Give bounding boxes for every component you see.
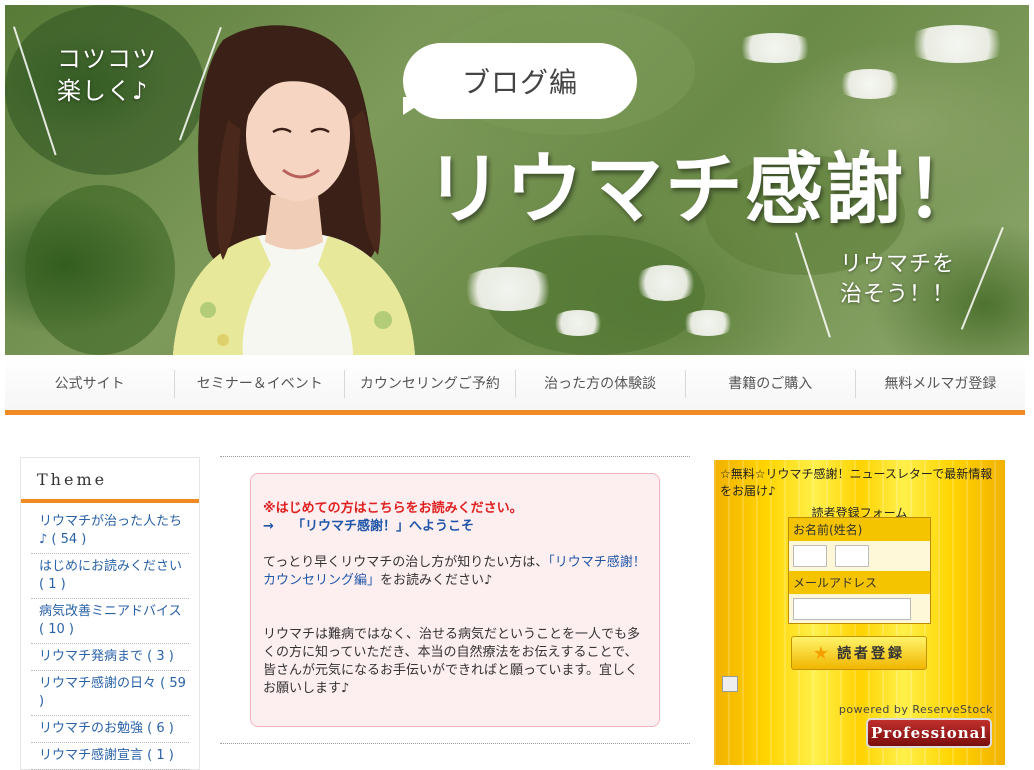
star-icon: ★ [812, 642, 830, 664]
theme-item[interactable]: はじめにお読みください ( 1 ) [31, 554, 189, 599]
theme-heading: Theme [21, 458, 199, 503]
divider [220, 743, 690, 744]
broken-image-icon [722, 676, 738, 692]
intro-text-end: をお読みください♪ [380, 573, 493, 588]
cloud-decoration [680, 310, 736, 336]
theme-list: リウマチが治った人たち♪ ( 54 ) はじめにお読みください ( 1 ) 病気… [21, 503, 199, 770]
divider [220, 456, 690, 457]
cloud-decoration [835, 69, 905, 99]
welcome-notice: ※はじめての方はこちらをお読みください。 [263, 501, 523, 516]
nav-item-newsletter[interactable]: 無料メルマガ登録 [854, 369, 1025, 398]
subscribe-form: お名前(姓名) メールアドレス [788, 517, 931, 624]
arrow-icon: → [263, 519, 274, 534]
name-row [789, 541, 930, 571]
cloud-decoration [902, 25, 1012, 63]
nav-item-seminar[interactable]: セミナー＆イベント [174, 369, 344, 398]
nav-item-counseling[interactable]: カウンセリングご予約 [344, 369, 514, 398]
powered-by-text[interactable]: powered by ReserveStock [839, 703, 993, 716]
nav-item-books[interactable]: 書籍のご購入 [684, 369, 855, 398]
subscribe-button-label: 読者登録 [837, 646, 906, 662]
nav-item-testimonials[interactable]: 治った方の体験談 [514, 369, 685, 398]
professional-badge[interactable]: Professional [866, 718, 992, 748]
welcome-link[interactable]: 「リウマチ感謝！」へようこそ [292, 519, 474, 534]
theme-item[interactable]: 病気改善ミニアドバイス ( 10 ) [31, 599, 189, 644]
speech-bubble: ブログ編 [403, 43, 637, 119]
theme-item[interactable]: リウマチのお勉強 ( 6 ) [31, 716, 189, 743]
last-name-field[interactable] [793, 545, 827, 567]
intro-text: てっとり早くリウマチの治し方が知りたい方は、 [263, 555, 549, 570]
mission-text: リウマチは難病ではなく、治せる病気だということを一人でも多くの方に知っていただき… [263, 627, 641, 696]
theme-item[interactable]: リウマチが治った人たち♪ ( 54 ) [31, 509, 189, 554]
cloud-decoration [550, 310, 606, 336]
email-label: メールアドレス [789, 571, 930, 594]
main-nav: 公式サイト セミナー＆イベント カウンセリングご予約 治った方の体験談 書籍のご… [5, 357, 1025, 415]
name-label: お名前(姓名) [789, 518, 930, 541]
diagonal-line [960, 227, 1004, 330]
email-row [789, 594, 930, 624]
header-banner: コツコツ 楽しく♪ ブログ編 リウマチ感謝！ リウマチを 治そう！！ [5, 5, 1029, 355]
newsletter-widget: ☆無料☆リウマチ感謝！ニュースレターで最新情報をお届け♪ 読者登録フォーム お名… [714, 460, 1005, 765]
tagline-left: コツコツ 楽しく♪ [57, 45, 157, 105]
site-title[interactable]: リウマチ感謝！ [425, 127, 985, 239]
theme-item[interactable]: リウマチ感謝宣言 ( 1 ) [31, 743, 189, 770]
theme-item[interactable]: リウマチ発病まで ( 3 ) [31, 644, 189, 671]
tagline-right: リウマチを 治そう！！ [840, 252, 956, 307]
theme-item[interactable]: リウマチ感謝の日々 ( 59 ) [31, 671, 189, 716]
welcome-box: ※はじめての方はこちらをお読みください。 → 「リウマチ感謝！」へようこそ てっ… [250, 473, 660, 727]
first-name-field[interactable] [835, 545, 869, 567]
theme-sidebar: Theme リウマチが治った人たち♪ ( 54 ) はじめにお読みください ( … [20, 457, 200, 770]
cloud-decoration [457, 267, 559, 311]
subscribe-button[interactable]: ★ 読者登録 [791, 636, 927, 670]
woman-photo [173, 25, 415, 355]
nav-item-official-site[interactable]: 公式サイト [5, 370, 174, 398]
cloud-decoration [633, 265, 699, 301]
cloud-decoration [733, 33, 817, 63]
email-field[interactable] [793, 598, 911, 620]
newsletter-header: ☆無料☆リウマチ感謝！ニュースレターで最新情報をお届け♪ [720, 467, 993, 498]
